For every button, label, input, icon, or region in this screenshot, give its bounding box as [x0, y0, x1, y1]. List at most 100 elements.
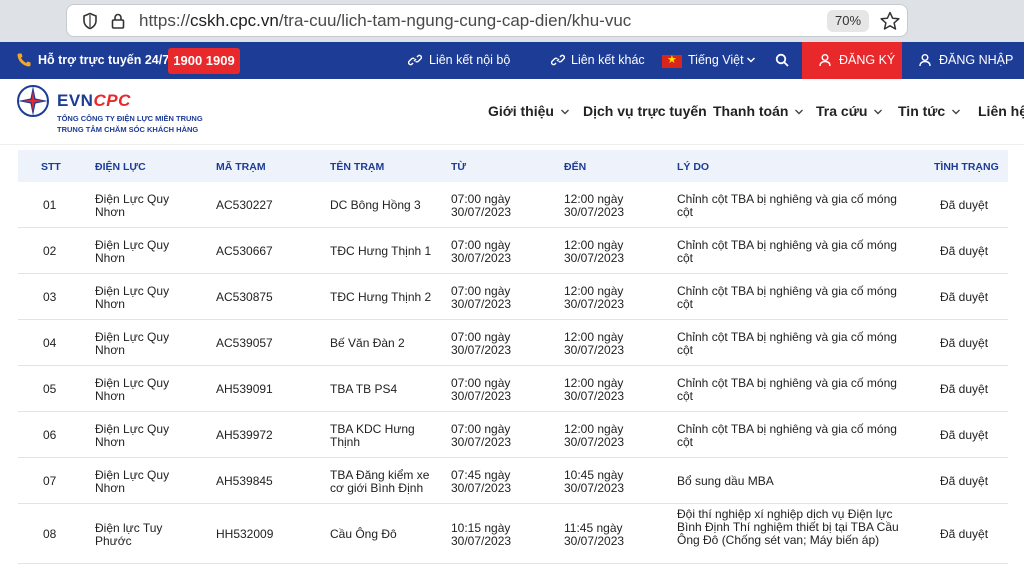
site-header: EVNCPC TỔNG CÔNG TY ĐIỆN LỰC MIỀN TRUNG …: [0, 79, 1024, 145]
cell-den-line: 30/07/2023: [564, 251, 625, 265]
cell-stt: 02: [43, 245, 56, 258]
cell-ten-tram-line: Bế Văn Đàn 2: [330, 336, 405, 350]
register-label: ĐĂNG KÝ: [839, 53, 896, 67]
url-path: /tra-cuu/lich-tam-ngung-cung-cap-dien/kh…: [278, 11, 632, 30]
cell-tinh-trang-line: Đã duyệt: [940, 527, 989, 541]
cell-dien-luc-line: Nhơn: [95, 481, 125, 495]
url-text[interactable]: https://cskh.cpc.vn/tra-cuu/lich-tam-ngu…: [139, 11, 631, 31]
language-selector[interactable]: Tiếng Việt: [688, 53, 744, 67]
cell-ly-do-line: Chỉnh cột TBA bị nghiêng và gia cố móng: [677, 192, 897, 206]
cell-stt-line: 02: [43, 244, 57, 258]
cell-tinh-trang: Đã duyệt: [940, 383, 988, 396]
nav-lien-he[interactable]: Liên hệ: [978, 103, 1024, 119]
cell-ly-do: Chỉnh cột TBA bị nghiêng và gia cố móng c…: [677, 423, 897, 449]
nav-thanh-toan[interactable]: Thanh toán: [713, 103, 804, 119]
support-label: Hỗ trợ trực tuyến 24/7:: [38, 53, 174, 67]
cell-dien-luc-line: Nhơn: [95, 389, 125, 403]
nav-tin-tuc[interactable]: Tin tức: [898, 103, 961, 119]
cell-tinh-trang: Đã duyệt: [940, 337, 988, 350]
cell-tu: 07:00 ngày 30/07/2023: [451, 239, 511, 265]
logo-cpc-text: CPC: [93, 91, 131, 110]
table-row: 05 Điện Lực Quy Nhơn AH539091 TBA TB PS4 07:0…: [18, 366, 1008, 412]
phone-icon: [17, 53, 31, 67]
cell-ten-tram: TBA TB PS4: [330, 383, 397, 396]
login-button[interactable]: ĐĂNG NHẬP: [902, 42, 1024, 79]
cell-dien-luc: Điện Lực Quy Nhơn: [95, 331, 169, 357]
cell-stt-line: 01: [43, 198, 57, 212]
cell-ten-tram-line: DC Bông Hồng 3: [330, 198, 421, 212]
cell-ly-do: Chỉnh cột TBA bị nghiêng và gia cố móng c…: [677, 285, 897, 311]
cell-den-line: 30/07/2023: [564, 343, 625, 357]
cell-tu-line: 30/07/2023: [451, 534, 512, 548]
chevron-down-icon[interactable]: [746, 55, 756, 65]
nav-label: Thanh toán: [713, 103, 789, 119]
cell-ma-tram: AH539091: [216, 383, 273, 396]
cell-tinh-trang-line: Đã duyệt: [940, 290, 989, 304]
table-row: 03 Điện Lực Quy Nhơn AC530875 TĐC Hưng Thịnh…: [18, 274, 1008, 320]
other-link[interactable]: Liên kết khác: [571, 53, 645, 67]
register-button[interactable]: ĐĂNG KÝ: [802, 42, 902, 79]
cell-tu: 07:00 ngày 30/07/2023: [451, 285, 511, 311]
cell-ma-tram: AC530667: [216, 245, 273, 258]
cell-stt: 03: [43, 291, 56, 304]
cell-ten-tram: Cầu Ông Đô: [330, 528, 397, 541]
cell-den: 12:00 ngày 30/07/2023: [564, 285, 624, 311]
cell-ly-do-line: cột: [677, 297, 694, 311]
cell-ten-tram: TBA Đăng kiểm xe cơ giới Bình Định: [330, 469, 429, 495]
cell-den: 12:00 ngày 30/07/2023: [564, 377, 624, 403]
cell-tinh-trang-line: Đã duyệt: [940, 244, 989, 258]
cell-ten-tram: TĐC Hưng Thịnh 1: [330, 245, 431, 258]
chevron-down-icon: [560, 109, 569, 115]
cell-stt: 08: [43, 528, 56, 541]
logo-wordmark[interactable]: EVNCPC: [57, 91, 131, 111]
nav-label: Giới thiệu: [488, 103, 554, 119]
bookmark-star-icon[interactable]: [879, 10, 901, 32]
cell-tinh-trang: Đã duyệt: [940, 429, 988, 442]
cell-tinh-trang: Đã duyệt: [940, 528, 988, 541]
cell-ten-tram-line: TĐC Hưng Thịnh 2: [330, 290, 432, 304]
nav-label: Liên hệ: [978, 103, 1024, 119]
evn-logo-icon[interactable]: [16, 84, 50, 118]
logo-subtitle-1: TỔNG CÔNG TY ĐIỆN LỰC MIỀN TRUNG: [57, 114, 203, 123]
cell-tu-line: 30/07/2023: [451, 297, 512, 311]
cell-stt-line: 08: [43, 527, 57, 541]
cell-ly-do-line: cột: [677, 389, 694, 403]
lock-icon[interactable]: [109, 12, 127, 30]
cell-ten-tram: DC Bông Hồng 3: [330, 199, 421, 212]
cell-ma-tram-line: AC530227: [216, 198, 273, 212]
cell-dien-luc-line: Nhơn: [95, 297, 125, 311]
cell-stt: 05: [43, 383, 56, 396]
hotline-button[interactable]: 1900 1909: [168, 48, 240, 74]
shield-icon[interactable]: [81, 12, 99, 30]
cell-tu: 07:45 ngày 30/07/2023: [451, 469, 511, 495]
cell-ly-do-line: Ông Đô (Chống sét van; Máy biến áp): [677, 533, 880, 547]
cell-ten-tram: TĐC Hưng Thịnh 2: [330, 291, 431, 304]
nav-gioi-thieu[interactable]: Giới thiệu: [488, 103, 570, 119]
cell-dien-luc: Điện Lực Quy Nhơn: [95, 469, 169, 495]
chevron-down-icon: [874, 109, 883, 115]
address-bar[interactable]: https://cskh.cpc.vn/tra-cuu/lich-tam-ngu…: [66, 4, 908, 37]
search-icon[interactable]: [775, 53, 789, 67]
cell-den-line: 30/07/2023: [564, 205, 625, 219]
login-label: ĐĂNG NHẬP: [939, 53, 1014, 67]
link-icon: [408, 54, 422, 66]
cell-ly-do: Chỉnh cột TBA bị nghiêng và gia cố móng c…: [677, 377, 897, 403]
cell-tu-line: 30/07/2023: [451, 389, 512, 403]
cell-dien-luc: Điện Lực Quy Nhơn: [95, 377, 169, 403]
cell-stt: 01: [43, 199, 56, 212]
header-ly-do: LÝ DO: [677, 161, 710, 173]
table-header: STT ĐIỆN LỰC MÃ TRẠM TÊN TRẠM TỪ ĐẾN LÝ …: [18, 150, 1008, 182]
cell-ma-tram: AH539845: [216, 475, 273, 488]
cell-tu: 07:00 ngày 30/07/2023: [451, 377, 511, 403]
nav-tra-cuu[interactable]: Tra cứu: [816, 103, 883, 119]
cell-den: 12:00 ngày 30/07/2023: [564, 193, 624, 219]
chevron-down-icon: [952, 109, 961, 115]
cell-ten-tram-line: cơ giới Bình Định: [330, 481, 424, 495]
header-tu: TỪ: [451, 161, 467, 173]
internal-link[interactable]: Liên kết nội bộ: [429, 53, 510, 67]
cell-ly-do-line: cột: [677, 343, 694, 357]
cell-den-line: 30/07/2023: [564, 389, 625, 403]
nav-dich-vu-truc-tuyen[interactable]: Dịch vụ trực tuyến: [583, 103, 707, 119]
zoom-indicator[interactable]: 70%: [827, 10, 869, 32]
nav-label: Tin tức: [898, 103, 946, 119]
